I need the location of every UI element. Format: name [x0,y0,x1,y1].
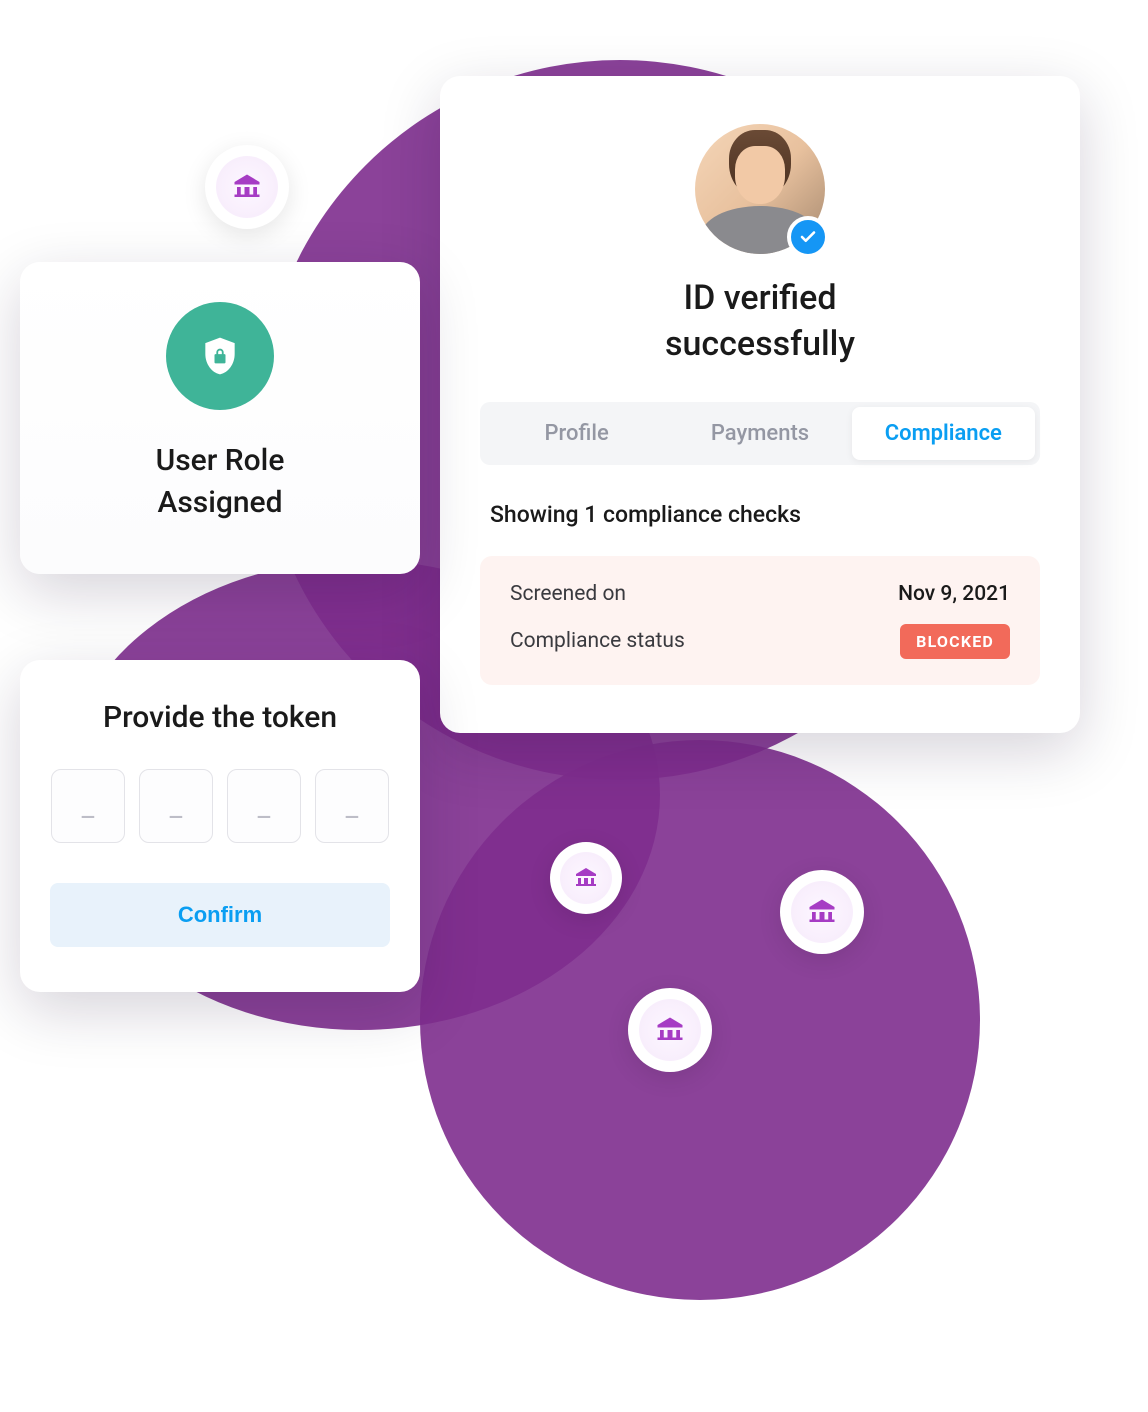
tabs: Profile Payments Compliance [480,402,1040,465]
verified-badge-icon [787,216,829,258]
status-label: Compliance status [510,629,685,653]
token-title: Provide the token [50,700,390,735]
screened-date: Nov 9, 2021 [898,582,1010,606]
bank-icon [574,866,598,890]
token-digit-2[interactable]: _ [139,769,213,843]
shield-lock-icon [166,302,274,410]
compliance-list-title: Showing 1 compliance checks [480,501,1040,528]
token-card: Provide the token _ _ _ _ Confirm [20,660,420,992]
avatar-wrap [695,124,825,254]
bank-icon-bubble [205,145,289,229]
tab-profile[interactable]: Profile [485,407,668,460]
compliance-check-item: Screened on Nov 9, 2021 Compliance statu… [480,556,1040,685]
status-badge: BLOCKED [900,624,1010,659]
token-digit-4[interactable]: _ [315,769,389,843]
verification-card: ID verified successfully Profile Payment… [440,76,1080,733]
token-digit-3[interactable]: _ [227,769,301,843]
user-role-card: User Role Assigned [20,262,420,574]
bank-icon [232,172,262,202]
token-inputs: _ _ _ _ [50,769,390,843]
role-title: User Role Assigned [50,440,390,524]
confirm-button[interactable]: Confirm [50,883,390,947]
tab-payments[interactable]: Payments [668,407,851,460]
bank-icon [655,1015,685,1045]
bank-icon [807,897,837,927]
bank-icon-bubble [628,988,712,1072]
bank-icon-bubble [550,842,622,914]
verification-title: ID verified successfully [480,276,1040,368]
screened-label: Screened on [510,582,626,606]
tab-compliance[interactable]: Compliance [852,407,1035,460]
bank-icon-bubble [780,870,864,954]
token-digit-1[interactable]: _ [51,769,125,843]
